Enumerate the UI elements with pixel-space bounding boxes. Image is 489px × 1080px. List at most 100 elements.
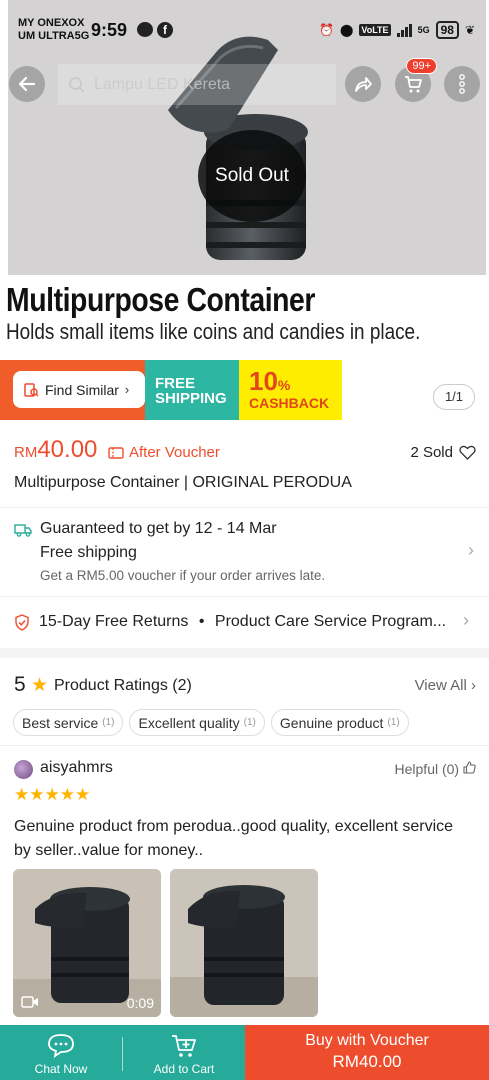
review-photo-thumbnail[interactable] <box>170 869 318 1017</box>
shipping-info[interactable]: Guaranteed to get by 12 - 14 Mar Free sh… <box>14 520 476 590</box>
cashback-badge: 10% CASHBACK <box>239 360 342 420</box>
product-price: RM40.00 <box>14 436 97 463</box>
chat-now-button[interactable]: Chat Now <box>0 1025 122 1080</box>
divider <box>0 507 489 508</box>
returns-label: 15-Day Free Returns <box>39 613 189 630</box>
tag-genuine-product[interactable]: Genuine product (1) <box>270 709 409 736</box>
buy-price: RM40.00 <box>332 1052 402 1071</box>
carrier-name: MY ONEXOX UM ULTRA5G <box>18 17 89 43</box>
price-amount: 40.00 <box>37 436 98 463</box>
after-voucher-label[interactable]: After Voucher <box>108 444 220 461</box>
chat-now-label: Chat Now <box>34 1062 88 1076</box>
chevron-right-icon: › <box>471 677 476 694</box>
free-shipping-line2: SHIPPING <box>155 390 227 407</box>
arrow-left-icon <box>18 76 36 92</box>
helpful-button[interactable]: Helpful (0) <box>395 761 476 777</box>
image-page-indicator: 1/1 <box>433 384 475 410</box>
chevron-right-icon: › <box>124 382 130 397</box>
sold-out-badge: Sold Out <box>198 130 306 222</box>
delivery-guarantee: Guaranteed to get by 12 - 14 Mar <box>40 520 277 537</box>
battery-indicator: 98 <box>435 21 459 39</box>
tag-count: (1) <box>102 717 115 728</box>
rating-score: 5 <box>14 673 26 696</box>
signal-icon <box>396 23 412 37</box>
reviewer-name: aisyahmrs <box>40 759 113 776</box>
carrier-line1: MY ONEXOX <box>18 17 85 29</box>
find-similar-icon <box>24 382 39 397</box>
share-icon <box>355 77 372 92</box>
tag-label: Genuine product <box>279 714 384 731</box>
price-currency: RM <box>14 444 38 461</box>
add-to-cart-label: Add to Cart <box>153 1062 215 1076</box>
tag-label: Excellent quality <box>138 714 240 731</box>
review-video-thumbnail[interactable]: 0:09 <box>13 869 161 1017</box>
volte-icon: VoLTE <box>359 24 391 36</box>
share-button[interactable] <box>345 66 381 102</box>
tag-count: (1) <box>387 717 400 728</box>
video-camera-icon <box>21 996 38 1008</box>
buy-with-voucher-button[interactable]: Buy with Voucher RM40.00 <box>245 1025 489 1080</box>
care-program-label: Product Care Service Program... <box>214 613 447 630</box>
back-button[interactable] <box>9 66 45 102</box>
search-icon <box>69 76 85 93</box>
tag-count: (1) <box>243 717 256 728</box>
chevron-right-icon: › <box>463 610 469 630</box>
cashback-value: 10 <box>249 366 278 396</box>
status-icons: ⏰ ⬤ VoLTE 5G 98 ❦ <box>319 21 475 39</box>
find-similar-button[interactable]: Find Similar › <box>13 371 145 408</box>
facebook-notification-icon: f <box>157 22 173 38</box>
ratings-title-text: Product Ratings <box>54 677 168 694</box>
returns-text: 15-Day Free Returns • Product Care Servi… <box>39 613 449 631</box>
clock: 9:59 <box>91 20 128 40</box>
video-duration: 0:09 <box>126 995 154 1011</box>
tag-excellent-quality[interactable]: Excellent quality (1) <box>129 709 265 736</box>
shield-icon <box>15 613 29 631</box>
buy-label: Buy with Voucher <box>305 1032 429 1049</box>
hero-subtitle: Holds small items like coins and candies… <box>6 319 421 344</box>
carrier-line2: UM ULTRA5G <box>18 30 90 42</box>
returns-info[interactable]: 15-Day Free Returns • Product Care Servi… <box>14 610 476 634</box>
free-shipping-badge: FREE SHIPPING <box>145 360 239 420</box>
add-to-cart-button[interactable]: Add to Cart <box>123 1025 245 1080</box>
product-name: Multipurpose Container | ORIGINAL PERODU… <box>14 474 352 491</box>
rating-tags: Best service (1) Excellent quality (1) Gen… <box>13 709 409 736</box>
free-shipping-line1: FREE <box>155 375 196 392</box>
promo-banner: Find Similar › FREE SHIPPING 10% CASHBAC… <box>0 360 342 420</box>
bottom-action-bar: Chat Now Add to Cart Buy with Voucher RM… <box>0 1025 489 1080</box>
sold-count-text: 2 Sold <box>410 444 453 461</box>
ratings-count: (2) <box>172 677 192 694</box>
tag-label: Best service <box>22 714 99 731</box>
voucher-text: After Voucher <box>129 444 220 461</box>
find-similar-label: Find Similar <box>45 381 119 398</box>
avatar[interactable] <box>14 760 33 779</box>
tag-best-service[interactable]: Best service (1) <box>13 709 124 736</box>
search-placeholder: Lampu LED Kereta <box>94 75 231 93</box>
more-options-button[interactable] <box>444 66 480 102</box>
hero-title: Multipurpose Container <box>6 281 316 318</box>
add-cart-icon <box>172 1035 196 1057</box>
divider <box>0 596 489 597</box>
search-bar[interactable]: Lampu LED Kereta <box>58 64 336 105</box>
cart-count-badge: 99+ <box>406 58 437 74</box>
ratings-title: Product Ratings (2) <box>54 677 192 695</box>
cart-icon <box>405 76 422 93</box>
ratings-header: 5 ★ Product Ratings (2) View All › <box>14 673 476 701</box>
alarm-icon: ⏰ <box>319 23 334 37</box>
view-all-ratings-link[interactable]: View All › <box>415 677 476 694</box>
leaf-icon: ❦ <box>464 23 475 37</box>
network-type: 5G <box>417 25 430 35</box>
free-shipping-text: Free shipping <box>40 544 137 561</box>
chat-icon <box>48 1034 74 1058</box>
cashback-percent: % <box>277 377 291 393</box>
sold-count: 2 Sold <box>410 444 476 461</box>
view-all-label: View All <box>414 677 467 694</box>
divider <box>0 745 489 746</box>
price-row: RM40.00 After Voucher 2 Sold <box>14 436 476 466</box>
chevron-right-icon: › <box>468 540 474 560</box>
thumbs-up-icon <box>463 761 476 774</box>
voucher-icon <box>108 446 124 459</box>
cart-button[interactable]: 99+ <box>395 58 437 102</box>
heart-icon[interactable] <box>459 445 476 460</box>
helpful-label: Helpful (0) <box>394 761 460 777</box>
location-icon: ⬤ <box>339 23 354 37</box>
